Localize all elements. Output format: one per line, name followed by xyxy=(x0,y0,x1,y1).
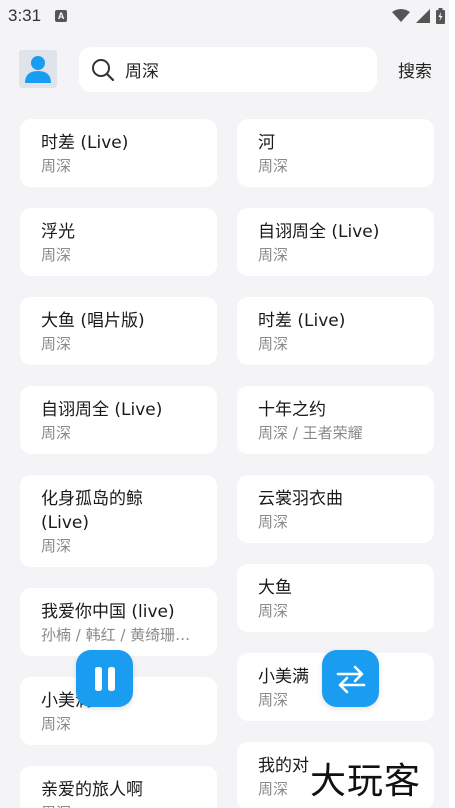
edge-strip xyxy=(449,0,455,808)
song-title: 时差 (Live) xyxy=(41,133,129,153)
song-artist: 周深 / 王者荣耀 xyxy=(258,424,363,442)
song-artist: 周深 xyxy=(41,537,72,555)
song-card[interactable]: 自诩周全 (Live) 周深 xyxy=(20,386,217,454)
song-card[interactable]: 我爱你中国 (live) 孙楠 / 韩红 / 黄绮珊… xyxy=(20,588,217,656)
song-artist: 周深 xyxy=(258,513,289,531)
song-artist: 周深 xyxy=(41,335,72,353)
song-title: 亲爱的旅人啊 xyxy=(41,780,143,800)
song-title: 化身孤岛的鲸 (Live) xyxy=(41,489,143,533)
song-card[interactable]: 大鱼 周深 xyxy=(237,564,434,632)
song-artist: 周深 xyxy=(258,157,289,175)
song-artist: 周深 xyxy=(41,715,72,733)
song-title: 河 xyxy=(258,133,275,153)
song-artist: 孙楠 / 韩红 / 黄绮珊… xyxy=(41,626,191,644)
status-bar: 3:31 A xyxy=(0,0,455,32)
status-time: 3:31 xyxy=(8,6,42,25)
play-pause-button[interactable] xyxy=(76,650,133,707)
song-title: 大鱼 xyxy=(258,578,292,598)
battery-icon xyxy=(436,8,445,24)
song-card[interactable]: 大鱼 (唱片版) 周深 xyxy=(20,297,217,365)
song-title: 时差 (Live) xyxy=(258,311,346,331)
song-title: 自诩周全 (Live) xyxy=(258,222,380,242)
repeat-swap-icon xyxy=(336,665,365,693)
song-title: 自诩周全 (Live) xyxy=(41,400,163,420)
song-card[interactable]: 河 周深 xyxy=(237,119,434,187)
song-title: 大鱼 (唱片版) xyxy=(41,311,145,331)
song-artist: 周深 xyxy=(41,157,72,175)
search-button[interactable]: 搜索 xyxy=(398,57,432,82)
search-query: 周深 xyxy=(125,62,159,82)
song-title: 浮光 xyxy=(41,222,75,242)
song-title: 十年之约 xyxy=(258,400,326,420)
song-card[interactable]: 化身孤岛的鲸 (Live) 周深 xyxy=(20,475,217,567)
song-artist: 周深 xyxy=(41,246,72,264)
search-icon xyxy=(92,58,115,81)
top-bar: 周深 搜索 xyxy=(0,45,455,93)
song-card[interactable]: 浮光 周深 xyxy=(20,208,217,276)
song-artist: 周深 xyxy=(258,602,289,620)
song-card[interactable]: 亲爱的旅人啊 周深 xyxy=(20,766,217,808)
song-title: 云裳羽衣曲 xyxy=(258,489,343,509)
song-artist: 周深 xyxy=(41,424,72,442)
person-icon xyxy=(25,56,51,83)
song-card[interactable]: 十年之约 周深 / 王者荣耀 xyxy=(237,386,434,454)
wifi-icon xyxy=(392,9,410,22)
search-input[interactable]: 周深 xyxy=(79,47,377,92)
signal-icon xyxy=(416,9,430,23)
play-mode-button[interactable] xyxy=(322,650,379,707)
pause-icon xyxy=(94,666,115,691)
song-card[interactable]: 自诩周全 (Live) 周深 xyxy=(237,208,434,276)
watermark-logo: 大玩客 xyxy=(310,761,422,802)
avatar[interactable] xyxy=(19,50,57,88)
song-card[interactable]: 时差 (Live) 周深 xyxy=(237,297,434,365)
song-artist: 周深 xyxy=(41,802,197,808)
song-card[interactable]: 时差 (Live) 周深 xyxy=(20,119,217,187)
song-card[interactable]: 云裳羽衣曲 周深 xyxy=(237,475,434,543)
song-artist: 周深 xyxy=(258,335,289,353)
song-title: 我爱你中国 (live) xyxy=(41,602,175,622)
notification-badge-icon: A xyxy=(55,10,68,22)
song-artist: 周深 xyxy=(258,246,289,264)
